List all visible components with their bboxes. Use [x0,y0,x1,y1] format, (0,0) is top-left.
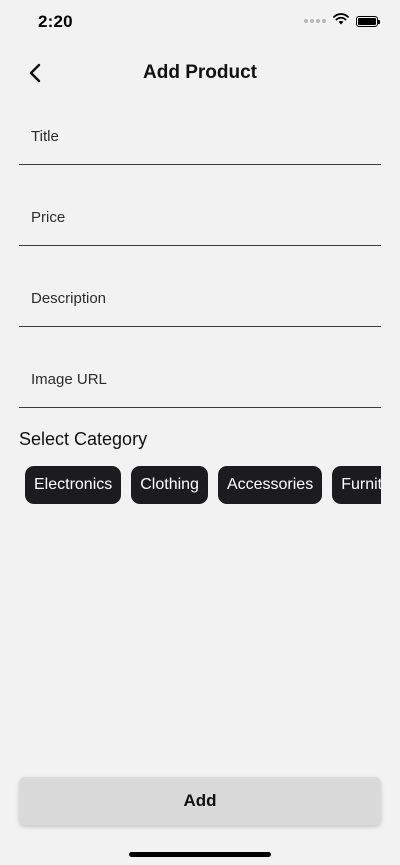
category-chips-scroll[interactable]: Electronics Clothing Accessories Furnitu… [19,466,381,506]
category-chip-accessories[interactable]: Accessories [217,466,323,504]
wifi-icon [333,12,349,30]
home-indicator [129,852,271,857]
select-category-label: Select Category [19,429,148,449]
description-field-container [19,271,381,327]
category-chip-furniture[interactable]: Furniture [332,466,381,504]
add-button[interactable]: Add [19,777,381,825]
price-input[interactable] [19,190,381,245]
category-chip-clothing[interactable]: Clothing [131,466,208,504]
cellular-signal-icon [304,19,326,23]
description-input[interactable] [19,271,381,326]
status-bar: 2:20 [0,0,400,44]
battery-icon [356,15,380,27]
status-time: 2:20 [38,12,73,31]
image-url-input[interactable] [19,352,381,407]
status-icons [304,12,380,30]
nav-bar: Add Product [0,52,400,96]
title-input[interactable] [19,109,381,164]
page-title: Add Product [143,62,257,83]
title-field-container [19,109,381,165]
category-chips-row: Electronics Clothing Accessories Furnitu… [19,466,381,504]
price-field-container [19,190,381,246]
image-url-field-container [19,352,381,408]
category-chip-electronics[interactable]: Electronics [25,466,122,504]
